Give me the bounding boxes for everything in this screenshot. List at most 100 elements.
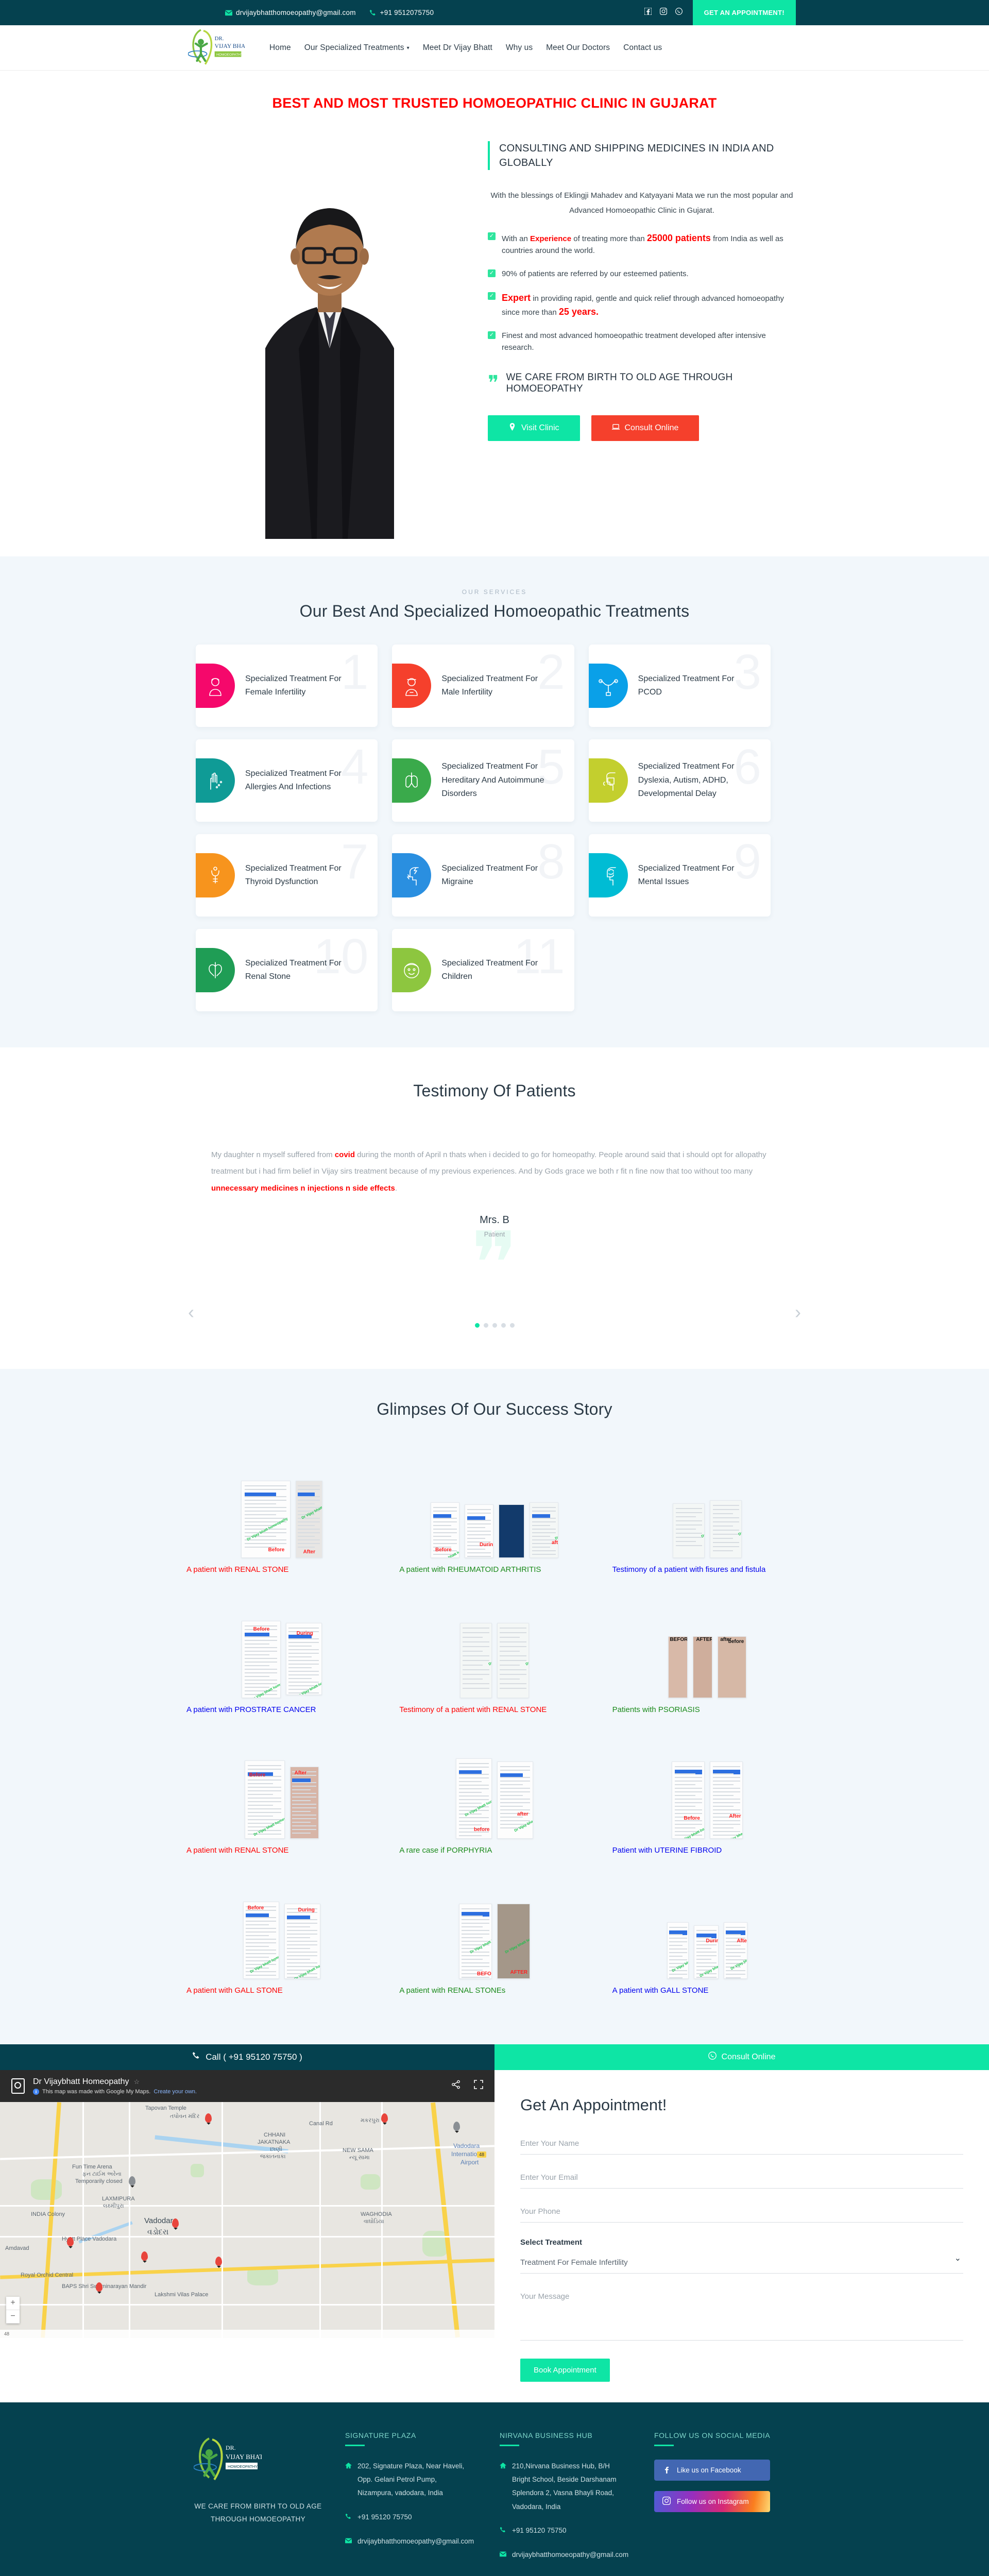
- service-card-5[interactable]: 5 Specialized Treatment For Hereditary And…: [392, 739, 574, 822]
- testimony-title: Testimony Of Patients: [413, 1081, 576, 1100]
- map-and-form-section: Call ( +91 95120 75750 ) Dr Vijaybhatt H…: [0, 2044, 989, 2402]
- map-zoom-out-button[interactable]: −: [6, 2310, 20, 2324]
- topbar-phone-text: +91 9512075750: [380, 9, 434, 16]
- service-card-1[interactable]: 1 Specialized Treatment For Female Inferti…: [196, 645, 378, 727]
- footer-logo[interactable]: DR. VIJAY BHATT HOMOEOPATHY: [193, 2431, 345, 2492]
- footer-address-2: 210,Nirvana Business Hub, B/H Bright Sch…: [500, 2460, 628, 2514]
- nav-item-contact[interactable]: Contact us: [623, 43, 662, 53]
- service-card-label: Specialized Treatment For Mental Issues: [638, 863, 735, 886]
- gallery-item[interactable]: Dr Vijay bhatt homeopathyBeforeDr Vijay …: [175, 1590, 388, 1716]
- visit-clinic-button[interactable]: Visit Clinic: [488, 415, 580, 441]
- service-card-3[interactable]: 3 Specialized Treatment For PCOD: [588, 645, 771, 727]
- footer-phone-1[interactable]: +91 95120 75750: [345, 2511, 474, 2524]
- gallery-item[interactable]: BEFOREAFTERbeforeafter Patients with PSOR…: [601, 1590, 814, 1716]
- consult-bar-label: Consult Online: [721, 2052, 776, 2061]
- book-appointment-button[interactable]: Book Appointment: [520, 2358, 610, 2382]
- gallery-item[interactable]: Dr Vijay bhatt homeopathyBEFOREDr Vijay …: [388, 1871, 601, 1997]
- gallery-item[interactable]: Dr Vijay bhatt homeopathyDr Vijay bhatt …: [601, 1871, 814, 1997]
- testimony-dot-3[interactable]: [492, 1323, 497, 1328]
- service-card-11[interactable]: 11 Specialized Treatment For Children: [392, 929, 574, 1011]
- map-create-link[interactable]: Create your own.: [154, 2089, 197, 2095]
- get-appointment-button[interactable]: GET AN APPOINTMENT!: [692, 0, 796, 25]
- gallery-item[interactable]: Dr Vijay bhatt homeopathy Before After A pa…: [175, 1731, 388, 1857]
- map-zoom-in-button[interactable]: +: [6, 2297, 20, 2310]
- footer-phone-2[interactable]: +91 95120 75750: [500, 2524, 628, 2538]
- gallery-item[interactable]: Dr Vijay bhatt homeopathyDr Vijay bhatt …: [601, 1450, 814, 1576]
- testimony-dot-4[interactable]: [501, 1323, 506, 1328]
- service-card-9[interactable]: 9 Specialized Treatment For Mental Issues: [588, 834, 771, 917]
- care-text: WE CARE FROM BIRTH TO OLD AGE THROUGH HO…: [506, 372, 733, 394]
- map-zoom-controls[interactable]: + −: [6, 2296, 20, 2324]
- gallery-item[interactable]: Dr Vijay bhatt homeopathyBeforeDr Vijay …: [601, 1731, 814, 1857]
- phone-icon: [369, 9, 377, 16]
- bullet-pre: Finest and most advanced homoeopathic tr…: [502, 331, 766, 352]
- instagram-button[interactable]: Follow us on Instagram: [654, 2490, 770, 2512]
- bullet-item: ✓ Expert in providing rapid, gentle and …: [488, 291, 796, 319]
- name-input[interactable]: [520, 2136, 963, 2155]
- footer-address-text: 202, Signature Plaza, Near Haveli, Opp. …: [357, 2462, 465, 2497]
- testimony-text-part: .: [395, 1183, 397, 1193]
- service-card-2[interactable]: 2 Specialized Treatment For Male Infertili…: [392, 645, 574, 727]
- footer-email-1[interactable]: drvijaybhatthomoeopathy@gmail.com: [345, 2535, 474, 2549]
- service-card-6[interactable]: 6 Specialized Treatment For Dyslexia, Auti…: [588, 739, 771, 822]
- gallery-item[interactable]: Dr Vijay bhatt homeopathy before Dr Vijay …: [388, 1731, 601, 1857]
- facebook-button[interactable]: Like us on Facebook: [654, 2459, 770, 2481]
- topbar-phone[interactable]: +91 9512075750: [369, 9, 434, 16]
- share-icon[interactable]: [451, 2080, 461, 2092]
- map-label: NEW SAMA: [343, 2147, 373, 2154]
- footer-phone-text: +91 95120 75750: [357, 2513, 412, 2521]
- gallery-item[interactable]: Dr Vijay bhatt homeopathyBeforeDr Vijay …: [175, 1871, 388, 1997]
- thyroid-icon: [196, 853, 235, 897]
- gallery-item[interactable]: Dr Vijay bhatt homeopathyBeforeDr Vijay …: [175, 1450, 388, 1576]
- nav-item-meet-dr[interactable]: Meet Dr Vijay Bhatt: [423, 43, 492, 53]
- star-icon[interactable]: ☆: [133, 2078, 140, 2086]
- nav-item-meet-doctors[interactable]: Meet Our Doctors: [546, 43, 610, 53]
- gallery-item[interactable]: Dr Vijay bhatt homeopathyDr Vijay bhatt …: [388, 1590, 601, 1716]
- mail-icon: [225, 9, 232, 16]
- consult-online-button[interactable]: Consult Online: [591, 415, 700, 441]
- treatment-select[interactable]: Treatment For Female InfertilityTreatmen…: [520, 2255, 963, 2274]
- consult-online-bar[interactable]: Consult Online: [494, 2044, 989, 2070]
- nav-item-home[interactable]: Home: [269, 43, 291, 53]
- info-icon: i: [33, 2088, 39, 2095]
- footer-address-1: 202, Signature Plaza, Near Haveli, Opp. …: [345, 2460, 474, 2500]
- map-label: CHHANI: [264, 2131, 286, 2138]
- fullscreen-icon[interactable]: [474, 2080, 483, 2092]
- service-card-7[interactable]: 7 Specialized Treatment For Thyroid Dysfun…: [196, 834, 378, 917]
- message-textarea[interactable]: [520, 2289, 963, 2341]
- laptop-icon: [611, 423, 620, 433]
- map-canvas[interactable]: Tapovan Temple તપોવન મંદિર Canal Rd CHHA…: [0, 2102, 494, 2338]
- map-label: WAGHODIA: [361, 2211, 392, 2217]
- phone-input[interactable]: [520, 2204, 963, 2223]
- testimony-dot-1[interactable]: [474, 1323, 480, 1328]
- service-card-10[interactable]: 10 Specialized Treatment For Renal Stone: [196, 929, 378, 1011]
- whatsapp-icon[interactable]: [675, 8, 683, 18]
- hero-paragraph: With the blessings of Eklingji Mahadev a…: [490, 191, 793, 215]
- testimony-dot-5[interactable]: [509, 1323, 515, 1328]
- topbar-email[interactable]: drvijaybhatthomoeopathy@gmail.com: [225, 9, 356, 16]
- nav-label: Home: [269, 43, 291, 52]
- site-logo[interactable]: DR. VIJAY BHATT HOMOEOPATHY: [187, 27, 252, 69]
- mail-icon: [499, 2548, 507, 2562]
- map-label: વાઘોડિયા: [364, 2218, 384, 2225]
- service-card-label: Specialized Treatment For Thyroid Dysfunc…: [245, 863, 342, 886]
- nav-item-why-us[interactable]: Why us: [506, 43, 533, 53]
- topbar-email-text: drvijaybhatthomoeopathy@gmail.com: [236, 9, 356, 16]
- map-label: BAPS Shri Swaminarayan Mandir: [62, 2283, 147, 2290]
- gallery-item[interactable]: Dr Vijay bhatt homeopathyBeforeDuringDr …: [388, 1450, 601, 1576]
- testimony-dot-2[interactable]: [483, 1323, 488, 1328]
- facebook-icon[interactable]: [644, 7, 652, 18]
- service-card-4[interactable]: 4 Specialized Treatment For Allergies And …: [196, 739, 378, 822]
- service-card-8[interactable]: 8 Specialized Treatment For Migraine: [392, 834, 574, 917]
- testimony-prev-button[interactable]: ‹: [188, 1301, 194, 1323]
- head-puzzle-icon: [588, 758, 628, 803]
- call-bar[interactable]: Call ( +91 95120 75750 ): [0, 2044, 494, 2070]
- quote-icon: ❞: [488, 371, 499, 395]
- nav-item-treatments[interactable]: Our Specialized Treatments ▾: [304, 43, 410, 53]
- female-patient-icon: [196, 664, 235, 708]
- footer-email-2[interactable]: drvijaybhatthomoeopathy@gmail.com: [499, 2548, 628, 2562]
- instagram-icon[interactable]: [659, 7, 667, 18]
- gallery-caption: A patient with RHEUMATOID ARTHRITIS: [399, 1565, 541, 1574]
- testimony-next-button[interactable]: ›: [795, 1301, 801, 1323]
- email-input[interactable]: [520, 2170, 963, 2189]
